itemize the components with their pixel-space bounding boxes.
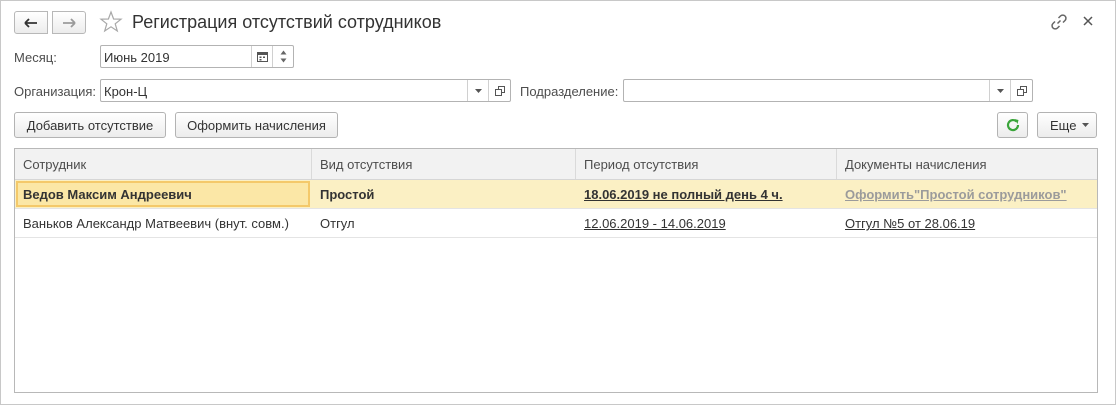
favorite-star-icon[interactable]: [99, 10, 123, 34]
month-label: Месяц:: [14, 50, 57, 65]
dept-label: Подразделение:: [520, 84, 619, 99]
cell-employee[interactable]: Ведов Максим Андреевич: [15, 180, 312, 208]
document-link[interactable]: Отгул №5 от 28.06.19: [845, 216, 975, 231]
refresh-icon: [1006, 118, 1019, 132]
back-button[interactable]: [14, 11, 48, 34]
more-button[interactable]: Еще: [1037, 112, 1097, 138]
make-accruals-button[interactable]: Оформить начисления: [175, 112, 338, 138]
cell-document-link[interactable]: Отгул №5 от 28.06.19: [837, 209, 1099, 237]
arrow-right-icon: [63, 17, 76, 28]
month-value: Июнь 2019: [104, 50, 170, 65]
calendar-button[interactable]: [251, 46, 272, 67]
link-icon[interactable]: [1050, 13, 1068, 31]
column-header-documents[interactable]: Документы начисления: [837, 149, 1099, 179]
dept-open-button[interactable]: [1010, 80, 1032, 101]
column-header-employee[interactable]: Сотрудник: [15, 149, 312, 179]
column-header-period[interactable]: Период отсутствия: [576, 149, 837, 179]
document-link[interactable]: Оформить"Простой сотрудников": [845, 187, 1067, 202]
cell-document-link[interactable]: Оформить"Простой сотрудников": [837, 180, 1099, 208]
chevron-down-icon: [1082, 123, 1090, 127]
org-value: Крон-Ц: [104, 84, 148, 99]
more-label: Еще: [1050, 117, 1077, 133]
close-icon[interactable]: [1081, 14, 1095, 28]
arrow-left-icon: [24, 17, 37, 28]
forward-button[interactable]: [52, 11, 86, 34]
dept-dropdown-button[interactable]: [989, 80, 1010, 101]
dept-field[interactable]: [623, 79, 1033, 102]
table-row[interactable]: Ведов Максим Андреевич Простой 18.06.201…: [15, 180, 1097, 209]
org-open-button[interactable]: [488, 80, 510, 101]
month-field[interactable]: Июнь 2019: [100, 45, 294, 68]
absences-table[interactable]: Сотрудник Вид отсутствия Период отсутств…: [14, 148, 1098, 393]
cell-absence-type[interactable]: Простой: [312, 180, 576, 208]
table-header: Сотрудник Вид отсутствия Период отсутств…: [15, 149, 1097, 180]
period-link[interactable]: 18.06.2019 не полный день 4 ч.: [584, 187, 783, 202]
cell-period-link[interactable]: 12.06.2019 - 14.06.2019: [576, 209, 837, 237]
org-label: Организация:: [14, 84, 97, 99]
open-window-icon: [494, 85, 505, 96]
page-title: Регистрация отсутствий сотрудников: [132, 12, 442, 32]
period-link[interactable]: 12.06.2019 - 14.06.2019: [584, 216, 726, 231]
cell-employee[interactable]: Ваньков Александр Матвеевич (внут. совм.…: [15, 209, 312, 237]
chevron-down-icon: [474, 88, 482, 93]
chevron-down-icon: [996, 88, 1004, 93]
org-dropdown-button[interactable]: [467, 80, 488, 101]
column-header-absence-type[interactable]: Вид отсутствия: [312, 149, 576, 179]
refresh-button[interactable]: [997, 112, 1028, 138]
cell-absence-type[interactable]: Отгул: [312, 209, 576, 237]
month-stepper[interactable]: [272, 46, 293, 67]
stepper-up-icon[interactable]: [280, 50, 287, 55]
table-row[interactable]: Ваньков Александр Матвеевич (внут. совм.…: [15, 209, 1097, 238]
cell-period-link[interactable]: 18.06.2019 не полный день 4 ч.: [576, 180, 837, 208]
add-absence-button[interactable]: Добавить отсутствие: [14, 112, 166, 138]
calendar-icon: [256, 52, 268, 62]
form-window: Регистрация отсутствий сотрудников Месяц…: [0, 0, 1116, 405]
org-field[interactable]: Крон-Ц: [100, 79, 511, 102]
stepper-down-icon[interactable]: [280, 58, 287, 63]
open-window-icon: [1016, 85, 1027, 96]
